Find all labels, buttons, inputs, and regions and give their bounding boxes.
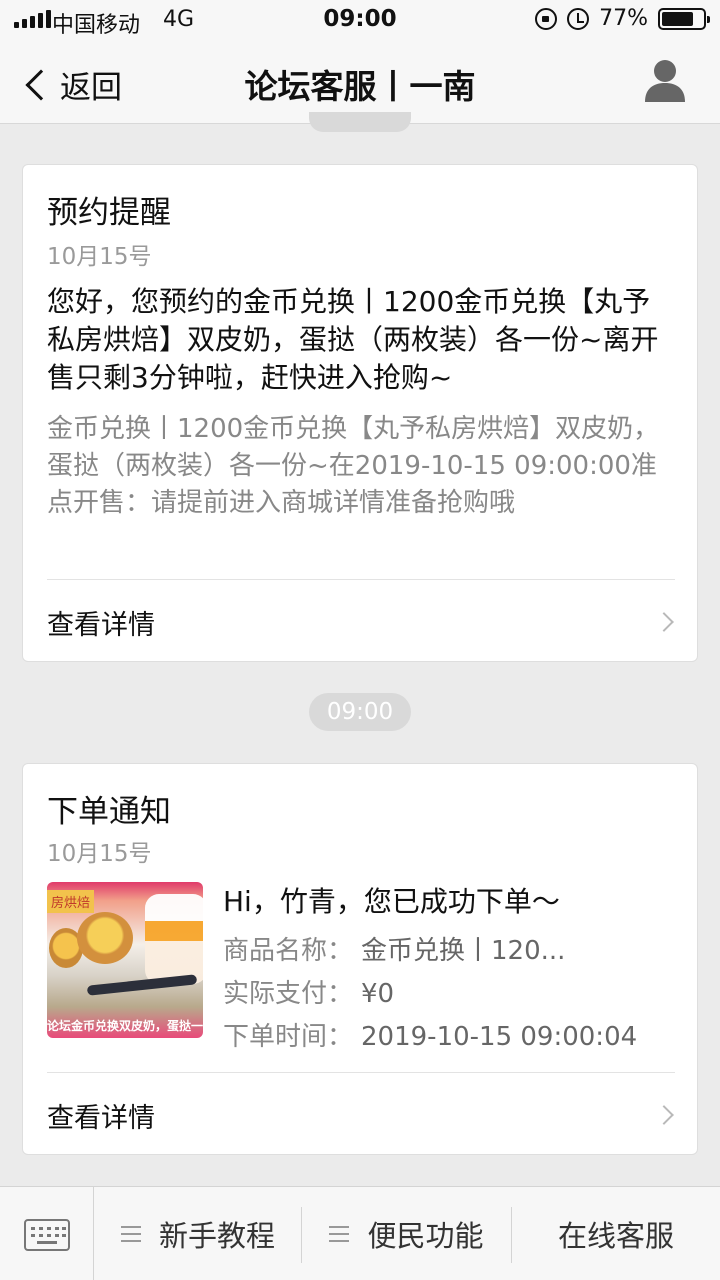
- order-title: 下单通知: [47, 794, 171, 830]
- order-time-row: 下单时间： 2019-10-15 09:00:04: [223, 1016, 637, 1053]
- menu-item-beginner-guide[interactable]: 新手教程: [95, 1187, 301, 1280]
- menu-icon: [329, 1226, 350, 1242]
- menu-item-online-service[interactable]: 在线客服: [512, 1187, 720, 1280]
- product-thumbnail[interactable]: 房烘焙 论坛金币兑换双皮奶，蛋挞一: [47, 882, 203, 1038]
- payment-value: ¥0: [361, 979, 395, 1009]
- status-bar: 中国移动 4G 09:00 77%: [0, 0, 720, 40]
- keyboard-toggle-button[interactable]: [0, 1187, 94, 1280]
- view-details-link[interactable]: 查看详情: [47, 603, 155, 642]
- order-time-value: 2019-10-15 09:00:04: [361, 1022, 638, 1052]
- egg-tart-image: [77, 912, 133, 964]
- status-right-group: 77%: [535, 6, 710, 31]
- page-title: 论坛客服丨一南: [244, 67, 476, 106]
- menu-item-label: 便民功能: [367, 1219, 484, 1253]
- thumbnail-tag: 房烘焙: [47, 890, 95, 913]
- reminder-card: 预约提醒 10月15号 您好，您预约的金币兑换丨1200金币兑换【丸予私房烘焙】…: [22, 164, 698, 662]
- time-divider-previous: [309, 112, 411, 132]
- reminder-date: 10月15号: [47, 244, 152, 270]
- battery-percent: 77%: [599, 6, 648, 31]
- menu-icon: [120, 1226, 141, 1242]
- menu-item-label: 新手教程: [158, 1219, 275, 1253]
- battery-icon: [658, 7, 710, 30]
- product-name-label: 商品名称：: [223, 936, 354, 966]
- divider: [47, 1072, 675, 1073]
- order-card: 下单通知 10月15号 房烘焙 论坛金币兑换双皮奶，蛋挞一 Hi，竹青，您已成功…: [22, 763, 698, 1155]
- time-divider: 09:00: [309, 693, 411, 731]
- alarm-icon: [567, 7, 590, 30]
- spoon-image: [86, 974, 198, 996]
- payment-row: 实际支付： ¥0: [223, 973, 394, 1010]
- order-greeting: Hi，竹青，您已成功下单～: [223, 885, 560, 918]
- product-name-row: 商品名称： 金币兑换丨120...: [223, 930, 565, 967]
- reminder-detail: 金币兑换丨1200金币兑换【丸予私房烘焙】双皮奶，蛋挞（两枚装）各一份~在201…: [47, 414, 660, 518]
- chevron-right-icon: [654, 612, 674, 632]
- view-details-link[interactable]: 查看详情: [47, 1096, 155, 1135]
- chevron-right-icon: [654, 1105, 674, 1125]
- product-name-value: 金币兑换丨120...: [361, 936, 566, 966]
- order-time-label: 下单时间：: [223, 1022, 354, 1052]
- rotation-lock-icon: [535, 7, 558, 30]
- thumbnail-caption: 论坛金币兑换双皮奶，蛋挞一: [47, 1019, 203, 1033]
- menu-item-label: 在线客服: [557, 1219, 674, 1253]
- divider: [47, 579, 675, 580]
- bottom-menu-bar: 新手教程 便民功能 在线客服: [0, 1186, 720, 1280]
- reminder-title: 预约提醒: [47, 195, 171, 231]
- reminder-body: 您好，您预约的金币兑换丨1200金币兑换【丸予私房烘焙】双皮奶，蛋挞（两枚装）各…: [47, 285, 659, 394]
- menu-item-convenience[interactable]: 便民功能: [302, 1187, 511, 1280]
- keyboard-icon: [24, 1219, 70, 1251]
- profile-icon[interactable]: [644, 58, 686, 102]
- order-date: 10月15号: [47, 841, 152, 867]
- payment-label: 实际支付：: [223, 979, 354, 1009]
- dessert-cup-image: [145, 894, 203, 984]
